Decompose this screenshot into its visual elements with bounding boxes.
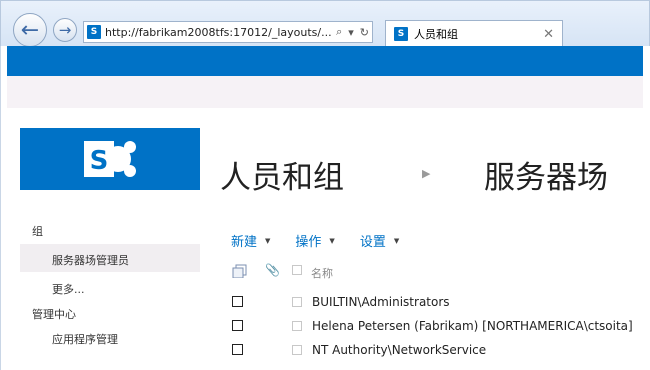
- refresh-icon[interactable]: ↻: [357, 26, 372, 39]
- close-tab-icon[interactable]: ✕: [543, 27, 554, 42]
- row-name[interactable]: NT Authority\NetworkService: [312, 343, 486, 357]
- browser-chrome: ← → S http://fabrikam2008tfs:17012/_layo…: [0, 0, 650, 47]
- column-header-name[interactable]: 名称: [311, 265, 333, 281]
- settings-menu-label: 设置: [359, 235, 386, 250]
- row-select-checkbox[interactable]: [232, 344, 243, 355]
- suite-bar: [0, 46, 650, 76]
- row-select-checkbox[interactable]: [232, 296, 243, 307]
- list-toolbar: 新建 ▼ 操作 ▼ 设置 ▼: [231, 231, 399, 250]
- actions-menu-label: 操作: [295, 235, 322, 250]
- row-name[interactable]: BUILTIN\Administrators: [312, 295, 450, 309]
- svg-text:S: S: [90, 146, 109, 176]
- window-border-left: [0, 46, 7, 370]
- chevron-down-icon: ▼: [329, 236, 335, 245]
- row-name[interactable]: Helena Petersen (Fabrikam) [NORTHAMERICA…: [312, 319, 633, 333]
- sharepoint-logo[interactable]: S: [20, 128, 200, 190]
- back-button[interactable]: ←: [13, 13, 47, 47]
- new-menu[interactable]: 新建 ▼: [231, 231, 270, 250]
- page-title: 人员和组: [220, 160, 344, 196]
- row-checkbox[interactable]: [292, 297, 302, 307]
- leftnav-group-heading[interactable]: 组: [32, 223, 43, 239]
- row-select-checkbox[interactable]: [232, 320, 243, 331]
- dropdown-icon[interactable]: ▾: [345, 26, 357, 39]
- settings-menu[interactable]: 设置 ▼: [360, 231, 399, 250]
- window-border-right: [643, 46, 650, 370]
- leftnav-item-app-management[interactable]: 应用程序管理: [52, 331, 118, 347]
- breadcrumb-site-title[interactable]: 服务器场: [484, 152, 608, 197]
- ribbon-bar: [0, 76, 650, 108]
- address-bar[interactable]: S http://fabrikam2008tfs:17012/_layouts/…: [83, 21, 373, 43]
- sharepoint-favicon-icon: S: [87, 25, 101, 39]
- attachment-icon: 📎: [265, 263, 280, 277]
- chevron-down-icon: ▼: [393, 236, 400, 245]
- leftnav-item-more[interactable]: 更多...: [52, 281, 85, 297]
- back-arrow-icon: ←: [20, 17, 40, 43]
- forward-arrow-icon: →: [58, 21, 72, 39]
- browser-tab[interactable]: S 人员和组 ✕: [385, 20, 563, 47]
- sharepoint-favicon-icon: S: [394, 27, 408, 41]
- sharepoint-logo-icon: S: [84, 141, 136, 177]
- forward-button[interactable]: →: [53, 18, 77, 42]
- search-icon[interactable]: ⌕: [333, 25, 345, 39]
- leftnav-item-farm-admins[interactable]: 服务器场管理员: [52, 252, 129, 268]
- actions-menu[interactable]: 操作 ▼: [295, 231, 334, 250]
- select-all-icon[interactable]: [232, 263, 248, 282]
- header-checkbox[interactable]: [292, 265, 302, 275]
- chevron-down-icon: ▼: [265, 236, 271, 245]
- new-menu-label: 新建: [231, 235, 258, 250]
- url-text[interactable]: http://fabrikam2008tfs:17012/_layouts/..…: [105, 26, 333, 39]
- breadcrumb-arrow-icon: ▶: [422, 167, 431, 180]
- leftnav-section-heading[interactable]: 管理中心: [32, 306, 76, 322]
- row-checkbox[interactable]: [292, 345, 302, 355]
- row-checkbox[interactable]: [292, 321, 302, 331]
- tab-title: 人员和组: [414, 28, 458, 41]
